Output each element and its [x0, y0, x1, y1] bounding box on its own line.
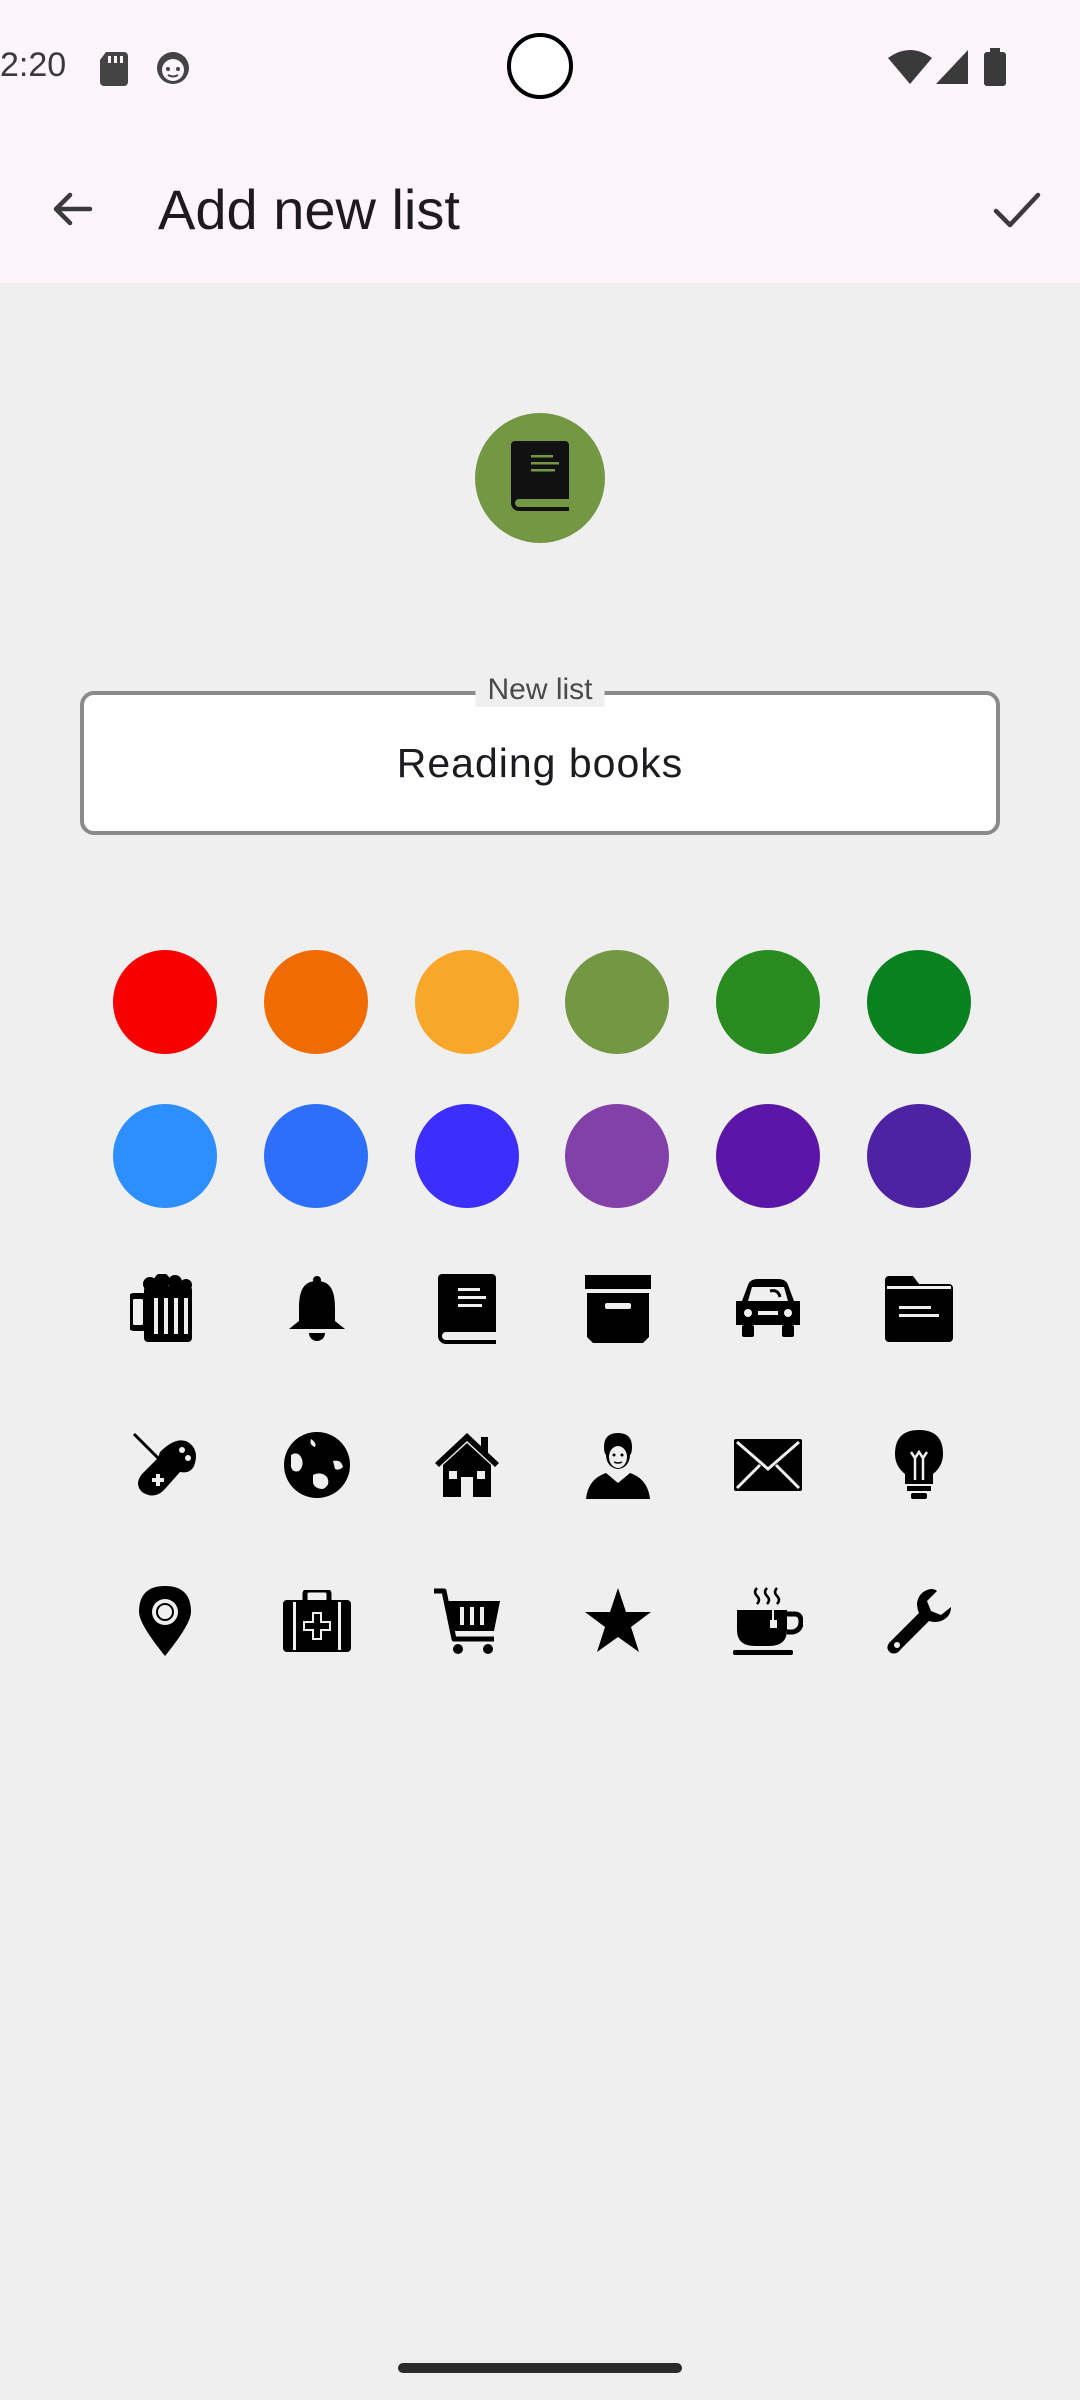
globe-icon: [283, 1431, 351, 1504]
icon-option-book[interactable]: [422, 1266, 512, 1356]
gamepad-icon: [130, 1430, 200, 1505]
icon-option-globe[interactable]: [272, 1422, 362, 1512]
envelope-icon: [734, 1438, 802, 1496]
icon-option-lightbulb[interactable]: [874, 1422, 964, 1512]
battery-icon: [984, 48, 1006, 91]
medical-kit-icon: [283, 1587, 351, 1657]
icon-option-person[interactable]: [573, 1422, 663, 1512]
folder-icon: [885, 1275, 953, 1347]
status-bar: 2:20: [0, 0, 1080, 137]
color-swatch-indigo[interactable]: [415, 1104, 519, 1208]
camera-cutout: [507, 33, 573, 99]
icon-option-bell[interactable]: [272, 1266, 362, 1356]
page-title: Add new list: [158, 178, 460, 241]
color-swatch-violet[interactable]: [867, 1104, 971, 1208]
color-swatch-amber[interactable]: [415, 950, 519, 1054]
list-name-input[interactable]: [84, 695, 996, 831]
icon-option-gamepad[interactable]: [120, 1422, 210, 1512]
color-swatch-sky-blue[interactable]: [113, 1104, 217, 1208]
color-swatch-purple[interactable]: [565, 1104, 669, 1208]
wifi-icon: [888, 50, 932, 89]
book-icon: [509, 440, 571, 516]
bell-icon: [285, 1275, 349, 1348]
color-swatch-red[interactable]: [113, 950, 217, 1054]
color-swatch-olive-green[interactable]: [565, 950, 669, 1054]
color-swatch-orange[interactable]: [264, 950, 368, 1054]
book-icon: [436, 1273, 498, 1349]
list-preview-avatar: [475, 413, 605, 543]
app-bar: Add new list: [0, 137, 1080, 283]
signal-icon: [936, 50, 968, 89]
beer-icon: [127, 1272, 200, 1349]
icon-option-wrench[interactable]: [874, 1578, 964, 1668]
person-icon: [584, 1431, 652, 1504]
icon-option-house[interactable]: [422, 1422, 512, 1512]
status-time: 2:20: [0, 46, 67, 84]
coffee-cup-icon: [733, 1586, 804, 1661]
archive-box-icon: [585, 1274, 651, 1348]
icon-option-envelope[interactable]: [723, 1422, 813, 1512]
icon-option-coffee-cup[interactable]: [723, 1578, 813, 1668]
icon-option-shopping-cart[interactable]: [422, 1578, 512, 1668]
color-swatch-dark-green[interactable]: [867, 950, 971, 1054]
location-pin-icon: [139, 1585, 191, 1661]
gesture-nav-handle[interactable]: [398, 2363, 682, 2373]
icon-option-archive[interactable]: [573, 1266, 663, 1356]
list-name-field[interactable]: New list: [80, 673, 1000, 835]
wrench-icon: [885, 1587, 953, 1660]
check-icon: [990, 183, 1042, 240]
lightbulb-icon: [893, 1429, 945, 1505]
icon-option-location[interactable]: [120, 1578, 210, 1668]
color-swatch-deep-purple[interactable]: [716, 1104, 820, 1208]
color-swatch-blue[interactable]: [264, 1104, 368, 1208]
icon-option-star[interactable]: [573, 1578, 663, 1668]
car-icon: [734, 1278, 802, 1344]
icon-option-car[interactable]: [723, 1266, 813, 1356]
back-button[interactable]: [36, 175, 108, 247]
face-icon: [155, 50, 191, 91]
icon-option-beer[interactable]: [120, 1266, 210, 1356]
sd-card-icon: [100, 52, 128, 91]
arrow-back-icon: [48, 185, 96, 238]
icon-option-folder[interactable]: [874, 1266, 964, 1356]
star-icon: [584, 1587, 652, 1659]
icon-option-medical-kit[interactable]: [272, 1578, 362, 1668]
color-swatch-green[interactable]: [716, 950, 820, 1054]
shopping-cart-icon: [432, 1587, 502, 1660]
save-button[interactable]: [980, 175, 1052, 247]
house-icon: [433, 1431, 501, 1504]
